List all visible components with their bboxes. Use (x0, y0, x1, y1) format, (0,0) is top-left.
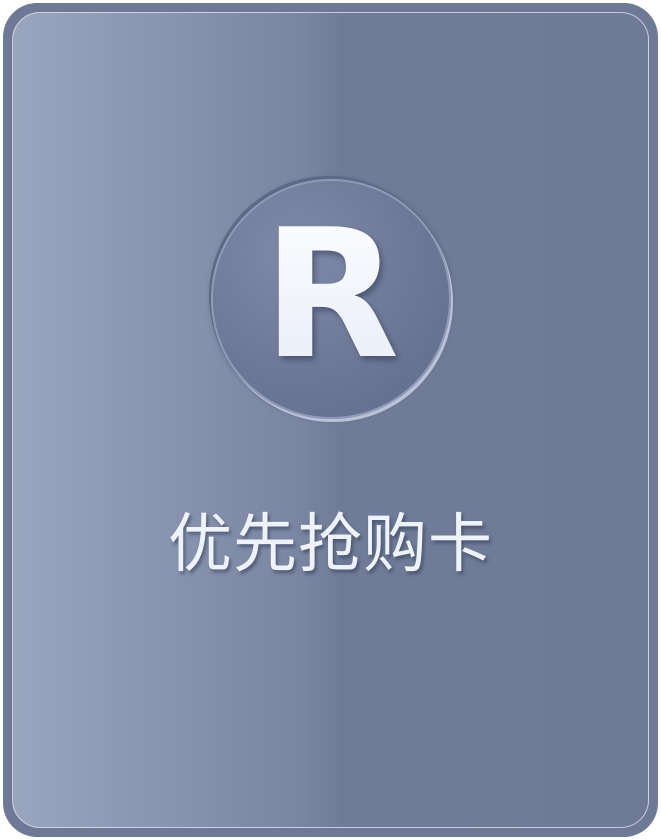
priority-card[interactable]: R 优先抢购卡 (3, 3, 658, 837)
registered-r-icon: R (211, 179, 451, 419)
card-title: 优先抢购卡 (168, 508, 493, 582)
badge-letter: R (213, 181, 449, 417)
card-face: R 优先抢购卡 (12, 12, 649, 828)
